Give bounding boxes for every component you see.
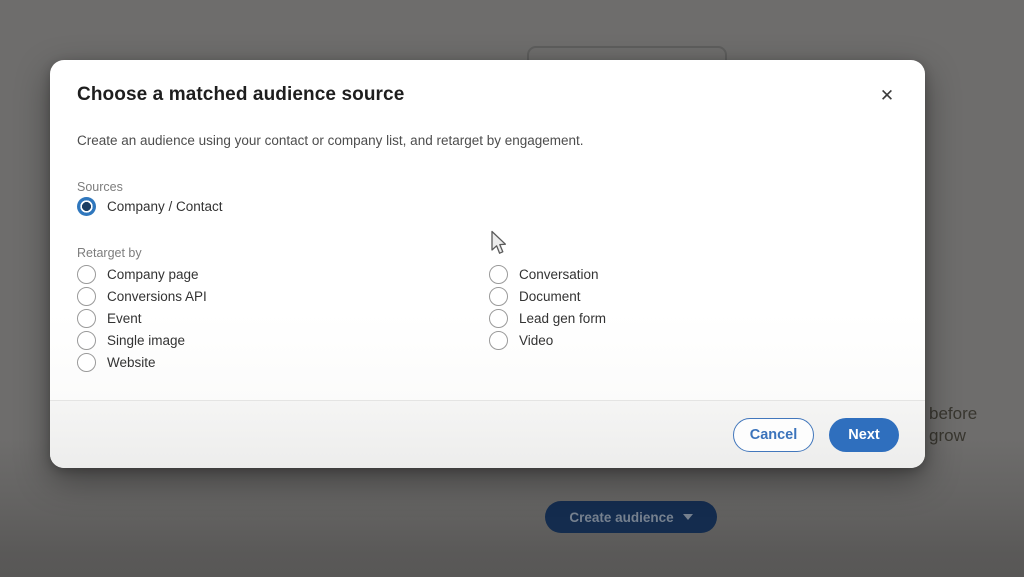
radio-option-label: Event [107, 311, 142, 326]
create-audience-label: Create audience [569, 510, 673, 525]
close-button[interactable]: ✕ [872, 82, 902, 110]
cancel-button[interactable]: Cancel [733, 418, 814, 452]
sources-group-label: Sources [77, 180, 123, 194]
radio-option-event[interactable]: Event [77, 308, 207, 330]
radio-option-label: Document [519, 289, 581, 304]
radio-option-company-page[interactable]: Company page [77, 264, 207, 286]
radio-option-single-image[interactable]: Single image [77, 329, 207, 351]
background-partial-text: before [929, 403, 977, 425]
radio-selected-icon[interactable] [77, 197, 96, 216]
radio-option-label: Lead gen form [519, 311, 606, 326]
next-button[interactable]: Next [829, 418, 899, 452]
retarget-group-label: Retarget by [77, 246, 142, 260]
radio-unselected-icon[interactable] [77, 265, 96, 284]
radio-option-label: Company page [107, 267, 199, 282]
radio-option-conversation[interactable]: Conversation [489, 264, 606, 286]
dialog-description: Create an audience using your contact or… [77, 133, 584, 148]
retarget-options-left-column: Company page Conversions API Event Singl… [77, 264, 207, 373]
radio-unselected-icon[interactable] [489, 287, 508, 306]
screen: { "modal": { "title": "Choose a matched … [0, 0, 1024, 577]
radio-option-document[interactable]: Document [489, 286, 606, 308]
radio-option-label: Conversions API [107, 289, 207, 304]
close-icon: ✕ [880, 86, 894, 106]
radio-option-company-contact[interactable]: Company / Contact [77, 196, 223, 218]
radio-unselected-icon[interactable] [77, 287, 96, 306]
background-partial-text: grow [929, 425, 966, 447]
radio-option-label: Website [107, 355, 156, 370]
radio-option-video[interactable]: Video [489, 329, 606, 351]
dialog-title: Choose a matched audience source [77, 84, 404, 106]
radio-option-website[interactable]: Website [77, 351, 207, 373]
matched-audience-source-dialog: Choose a matched audience source ✕ Creat… [50, 60, 925, 468]
radio-unselected-icon[interactable] [77, 331, 96, 350]
radio-option-label: Video [519, 333, 553, 348]
radio-unselected-icon[interactable] [77, 353, 96, 372]
dialog-footer: Cancel Next [50, 400, 925, 468]
radio-option-label: Single image [107, 333, 185, 348]
create-audience-button[interactable]: Create audience [545, 501, 717, 533]
radio-unselected-icon[interactable] [489, 309, 508, 328]
radio-option-label: Conversation [519, 267, 599, 282]
radio-option-lead-gen-form[interactable]: Lead gen form [489, 308, 606, 330]
radio-unselected-icon[interactable] [77, 309, 96, 328]
radio-option-label: Company / Contact [107, 199, 223, 214]
radio-option-conversions-api[interactable]: Conversions API [77, 286, 207, 308]
retarget-options-right-column: Conversation Document Lead gen form Vide… [489, 264, 606, 351]
chevron-down-icon [683, 514, 693, 520]
radio-unselected-icon[interactable] [489, 265, 508, 284]
radio-unselected-icon[interactable] [489, 331, 508, 350]
